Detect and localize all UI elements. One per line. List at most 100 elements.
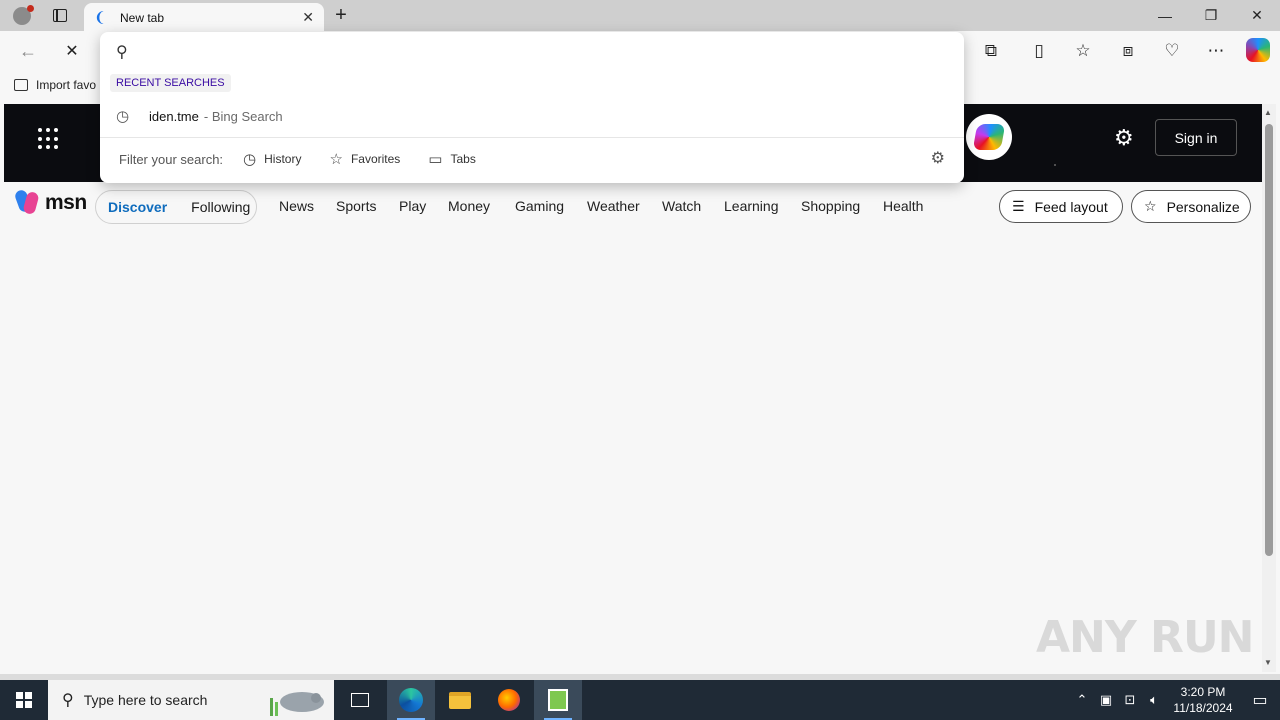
system-tray: ⌃ ▣ ⊡ 🔈︎ 3:20 PM 11/18/2024 ▭ — [1070, 680, 1280, 720]
settings-icon[interactable]: ⚙ — [931, 148, 945, 168]
start-button[interactable] — [0, 680, 48, 720]
nav-news[interactable]: News — [279, 198, 314, 214]
split-screen-icon[interactable]: ▯ — [1025, 37, 1053, 65]
taskbar-search-placeholder: Type here to search — [83, 692, 208, 708]
close-window-button[interactable]: ✕ — [1234, 0, 1280, 31]
star-icon: ☆ — [1144, 198, 1157, 214]
clock-time: 3:20 PM — [1180, 685, 1226, 699]
feed-layout-button[interactable]: ☰ Feed layout — [999, 190, 1123, 223]
browser-essentials-icon[interactable]: ♡ — [1158, 37, 1186, 65]
scroll-up-icon[interactable]: ▲ — [1264, 108, 1272, 117]
taskbar-edge[interactable] — [387, 680, 435, 720]
edge-icon — [399, 688, 423, 712]
tab-actions-icon[interactable] — [46, 0, 74, 31]
apps-launcher-icon[interactable] — [38, 128, 60, 150]
notifications-icon[interactable]: ▭ — [1240, 690, 1280, 710]
nav-gaming[interactable]: Gaming — [515, 198, 564, 214]
loading-icon: ❨ — [94, 9, 106, 25]
restore-button[interactable]: ❐ — [1188, 0, 1234, 31]
nav-learning[interactable]: Learning — [724, 198, 779, 214]
history-icon: ◷ — [116, 108, 130, 125]
chevron-up-icon[interactable]: ⌃ — [1070, 692, 1094, 708]
sign-in-button[interactable]: Sign in — [1155, 119, 1237, 156]
tab-new-tab[interactable]: ❨ New tab ✕ — [84, 3, 324, 32]
filter-label: Filter your search: — [119, 151, 224, 167]
msn-nav: msn Discover Following News Sports Play … — [4, 182, 1262, 232]
scroll-down-icon[interactable]: ▼ — [1264, 658, 1272, 667]
extensions-icon[interactable]: ⧉ — [977, 37, 1005, 65]
recent-query: iden.tme — [149, 108, 199, 124]
nav-shopping[interactable]: Shopping — [801, 198, 860, 214]
tabs-icon: ▭ — [428, 151, 443, 168]
new-tab-button[interactable]: + — [330, 0, 352, 31]
search-highlight-icon — [270, 692, 324, 716]
taskbar-search[interactable]: ⚲ Type here to search — [48, 680, 334, 720]
filter-tabs[interactable]: ▭ Tabs — [428, 150, 476, 168]
tab-title: New tab — [120, 10, 165, 25]
filter-favorites[interactable]: ☆ Favorites — [329, 150, 400, 168]
favorites-icon[interactable]: ☆ — [1069, 37, 1097, 65]
address-bar-dropdown: ⚲ RECENT SEARCHES ◷ iden.tme - Bing Sear… — [100, 32, 964, 183]
recent-searches-label: RECENT SEARCHES — [110, 74, 231, 92]
sliders-icon: ☰ — [1012, 198, 1025, 214]
nav-play[interactable]: Play — [399, 198, 426, 214]
profile-icon[interactable] — [6, 0, 38, 31]
copilot-icon — [972, 124, 1006, 150]
recent-search-item[interactable]: ◷ iden.tme - Bing Search — [100, 102, 964, 130]
tab-close-icon[interactable]: ✕ — [302, 9, 314, 26]
filter-history[interactable]: ◷ History — [243, 150, 301, 168]
copilot-icon[interactable] — [1246, 38, 1270, 62]
notepad-icon — [548, 689, 568, 711]
folder-icon — [449, 691, 471, 709]
taskbar-firefox[interactable] — [485, 680, 533, 720]
feed-switch: Discover Following — [95, 190, 257, 224]
import-favorites-label: Import favo — [36, 78, 97, 92]
volume-icon[interactable]: 🔈︎ — [1142, 692, 1166, 708]
watermark: ANY RUN — [1036, 612, 1254, 663]
clock[interactable]: 3:20 PM 11/18/2024 — [1166, 684, 1240, 716]
divider — [100, 137, 964, 138]
network-icon[interactable]: ⊡ — [1118, 692, 1142, 708]
task-view-button[interactable] — [336, 680, 384, 720]
favorites-icon: ☆ — [329, 151, 343, 168]
filter-history-label: History — [264, 152, 302, 166]
taskbar-file-explorer[interactable] — [436, 680, 484, 720]
nav-watch[interactable]: Watch — [662, 198, 701, 214]
scroll-thumb[interactable] — [1265, 124, 1273, 556]
vertical-scrollbar[interactable]: ▲ ▼ — [1262, 104, 1276, 672]
collections-icon[interactable]: ⧈ — [1114, 37, 1142, 65]
windows-icon — [16, 692, 32, 708]
back-button[interactable]: ← — [14, 37, 42, 65]
search-icon: ⚲ — [62, 692, 74, 709]
tab-discover[interactable]: Discover — [108, 199, 167, 215]
personalize-button[interactable]: ☆ Personalize — [1131, 190, 1251, 223]
nav-health[interactable]: Health — [883, 198, 923, 214]
nav-weather[interactable]: Weather — [587, 198, 640, 214]
title-bar: ❨ New tab ✕ + — ❐ ✕ — [0, 0, 1280, 32]
firefox-icon — [498, 689, 520, 711]
search-icon: ⚲ — [116, 44, 128, 61]
more-icon[interactable]: ⋯ — [1202, 37, 1230, 65]
import-favorites-button[interactable]: Import favo — [14, 78, 96, 92]
personalize-label: Personalize — [1166, 198, 1240, 215]
msn-logo[interactable]: msn — [13, 188, 87, 216]
taskbar-notepad[interactable] — [534, 680, 582, 720]
filter-row: Filter your search: ◷ History ☆ Favorite… — [119, 148, 959, 170]
task-view-icon — [351, 693, 369, 707]
feed-layout-label: Feed layout — [1034, 198, 1108, 215]
tab-following[interactable]: Following — [191, 199, 250, 215]
nav-sports[interactable]: Sports — [336, 198, 376, 214]
address-input[interactable] — [144, 38, 944, 64]
minimize-button[interactable]: — — [1142, 0, 1188, 31]
settings-icon[interactable]: ⚙ — [1114, 125, 1134, 151]
clock-date: 11/18/2024 — [1173, 701, 1233, 715]
device-icon[interactable]: ▣ — [1094, 692, 1118, 708]
recent-source: - Bing Search — [203, 108, 283, 124]
stop-loading-button[interactable]: ✕ — [58, 37, 86, 65]
import-icon — [14, 79, 28, 91]
msn-logo-text: msn — [45, 191, 87, 214]
filter-favorites-label: Favorites — [350, 152, 401, 166]
filter-tabs-label: Tabs — [450, 152, 476, 166]
nav-money[interactable]: Money — [448, 198, 490, 214]
copilot-button[interactable] — [966, 114, 1012, 160]
